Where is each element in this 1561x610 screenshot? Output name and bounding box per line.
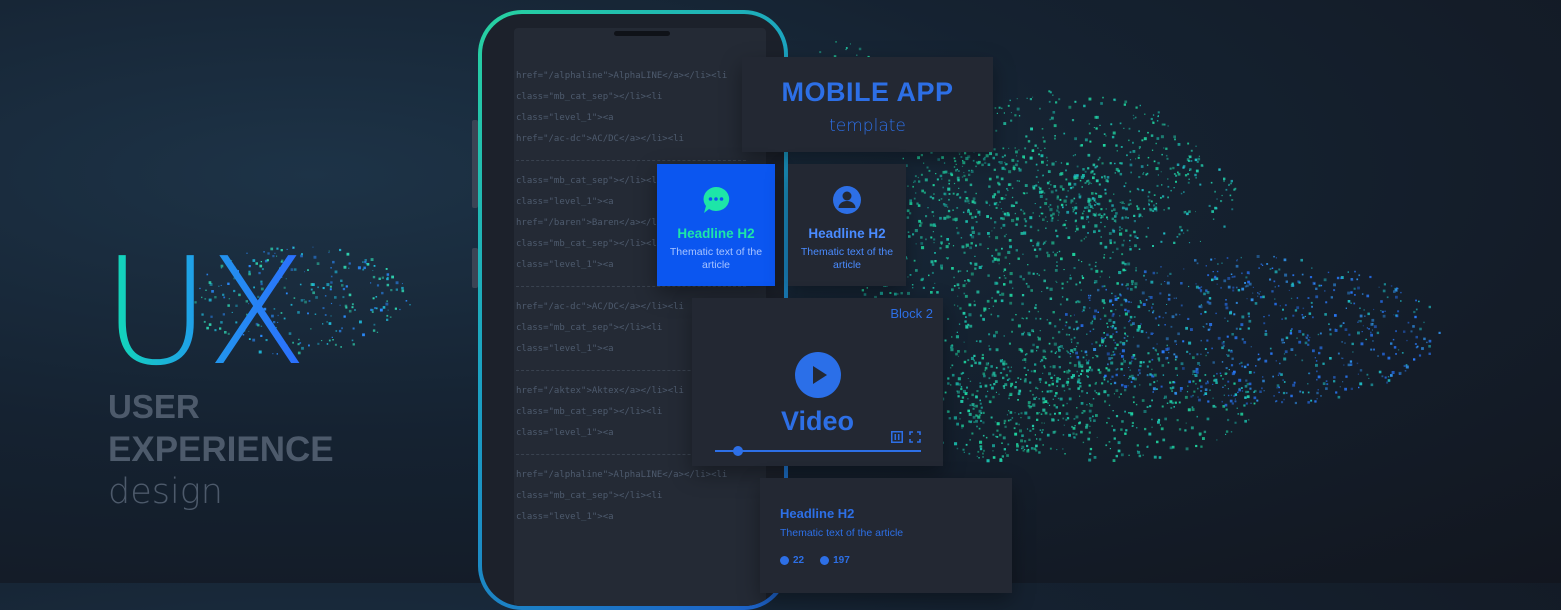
chat-bubble-icon [703,186,730,213]
headline-title: Headline H2 [808,226,886,241]
mobile-app-card: MOBILE APP template [742,57,993,152]
views-icon [780,556,789,565]
mobile-app-title: MOBILE APP [781,77,954,107]
video-progress-handle[interactable] [732,446,743,456]
headline-card-user[interactable]: Headline H2 Thematic text of the article [788,164,906,286]
code-line: class="level_1"><a [516,512,614,522]
pause-icon[interactable] [891,431,903,443]
views-count: 22 [793,555,805,566]
user-icon [833,186,861,214]
block-label: Block 2 [890,306,933,321]
video-title: Video [780,406,855,436]
mobile-app-subtitle: template [829,116,906,136]
play-icon[interactable] [795,352,841,398]
fullscreen-icon[interactable] [909,431,921,443]
code-line: href="/alphaline">AlphaLINE</a></li><li [516,470,728,480]
article-meta: 22 197 [780,555,850,566]
video-card: Block 2 Video [692,298,943,466]
code-line: class="level_1"><a [516,113,614,123]
code-line: href="/ac-dc">AC/DC</a></li><li [516,134,684,144]
video-progress-track[interactable] [715,450,921,452]
headline-text: Thematic text of the article [800,246,894,271]
code-line: class="mb_cat_sep"></li><li [516,92,663,102]
comments-count: 197 [833,555,850,566]
code-line: href="/alphaline">AlphaLINE</a></li><li [516,71,728,81]
headline-card-chat[interactable]: Headline H2 Thematic text of the article [657,164,775,286]
hero-design-text: design [108,472,223,512]
comments-icon [820,556,830,565]
headline-text: Thematic text of the article [669,246,763,271]
article-text: Thematic text of the article [780,527,904,539]
code-line: class="mb_cat_sep"></li><li [516,491,663,501]
phone-speaker [614,31,670,36]
article-title: Headline H2 [780,506,855,521]
article-card[interactable]: Headline H2 Thematic text of the article… [760,478,1012,593]
ux-headline: UX [102,226,308,398]
headline-title: Headline H2 [677,226,755,241]
hero-user-text: USER [108,388,200,425]
hero-experience-text: EXPERIENCE [108,430,334,469]
